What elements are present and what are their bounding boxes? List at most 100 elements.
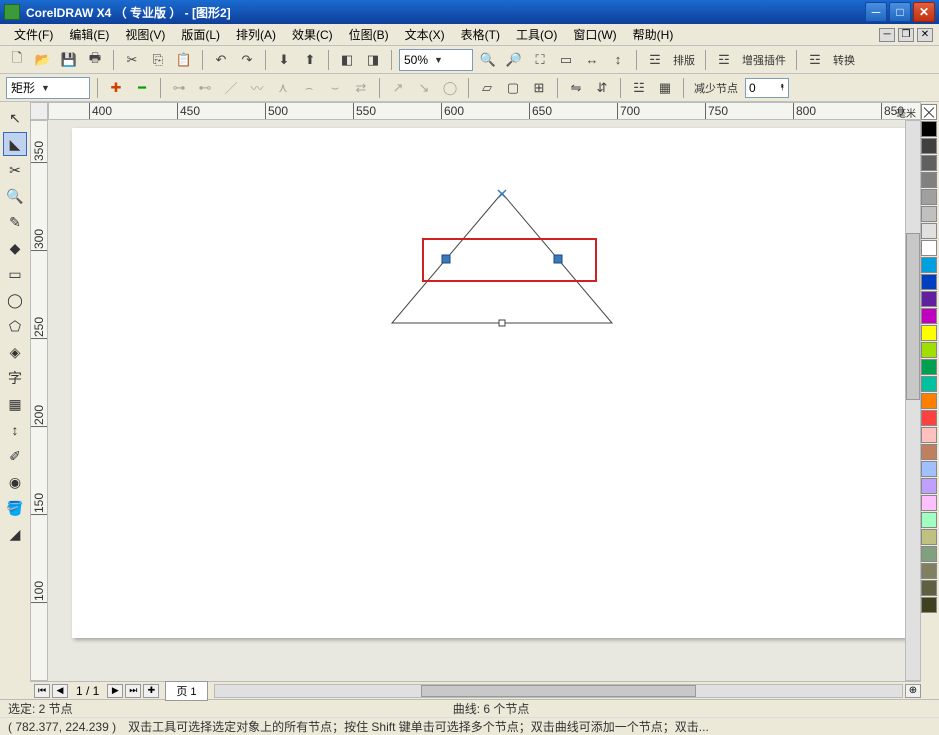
- smart-fill-tool[interactable]: ◆: [3, 236, 27, 260]
- smooth-node-button[interactable]: ⌢: [298, 77, 320, 99]
- color-swatch[interactable]: [921, 444, 937, 460]
- fill-tool[interactable]: 🪣: [3, 496, 27, 520]
- open-button[interactable]: 📂: [32, 49, 54, 71]
- reverse-button[interactable]: ⇄: [350, 77, 372, 99]
- color-swatch[interactable]: [921, 206, 937, 222]
- convert-btn-label[interactable]: 转换: [830, 52, 858, 68]
- basic-shapes-tool[interactable]: ◈: [3, 340, 27, 364]
- menu-file[interactable]: 文件(F): [6, 24, 61, 45]
- undo-button[interactable]: ↶: [210, 49, 232, 71]
- zoom-combo[interactable]: 50% ▼: [399, 49, 473, 71]
- page-tab[interactable]: 页 1: [165, 681, 207, 701]
- stretch-button[interactable]: ▱: [476, 77, 498, 99]
- welcome-button[interactable]: ◨: [362, 49, 384, 71]
- horizontal-ruler[interactable]: 毫米 400450500550600650700750800850: [48, 102, 921, 120]
- app-launcher-button[interactable]: ◧: [336, 49, 358, 71]
- pick-tool[interactable]: ↖: [3, 106, 27, 130]
- first-page-button[interactable]: ⏮: [34, 684, 50, 698]
- export-button[interactable]: ⬆: [299, 49, 321, 71]
- last-page-button[interactable]: ⏭: [125, 684, 141, 698]
- zoom-width-button[interactable]: ↔: [581, 49, 603, 71]
- shape-type-combo[interactable]: 矩形 ▼: [6, 77, 90, 99]
- vertical-scrollbar[interactable]: [905, 120, 921, 681]
- color-swatch[interactable]: [921, 393, 937, 409]
- menu-tools[interactable]: 工具(O): [508, 24, 565, 45]
- color-swatch[interactable]: [921, 257, 937, 273]
- enhance-btn-label[interactable]: 增强插件: [739, 52, 789, 68]
- to-curve-button[interactable]: 〰: [246, 77, 268, 99]
- join-nodes-button[interactable]: ⊶: [168, 77, 190, 99]
- color-swatch[interactable]: [921, 155, 937, 171]
- cusp-node-button[interactable]: ⋏: [272, 77, 294, 99]
- new-button[interactable]: 🗋: [6, 49, 28, 71]
- zoom-out-button[interactable]: 🔎: [503, 49, 525, 71]
- scrollbar-thumb[interactable]: [906, 233, 920, 401]
- ruler-origin[interactable]: [30, 102, 48, 120]
- color-swatch[interactable]: [921, 172, 937, 188]
- elastic-button[interactable]: ☳: [628, 77, 650, 99]
- color-swatch[interactable]: [921, 223, 937, 239]
- horizontal-scrollbar[interactable]: [214, 684, 903, 698]
- color-swatch[interactable]: [921, 308, 937, 324]
- prev-page-button[interactable]: ◀: [52, 684, 68, 698]
- zoom-height-button[interactable]: ↕: [607, 49, 629, 71]
- color-swatch[interactable]: [921, 563, 937, 579]
- zoom-tool[interactable]: 🔍: [3, 184, 27, 208]
- minimize-button[interactable]: ─: [865, 2, 887, 22]
- extract-button[interactable]: ↘: [413, 77, 435, 99]
- import-button[interactable]: ⬇: [273, 49, 295, 71]
- paste-button[interactable]: 📋: [173, 49, 195, 71]
- break-nodes-button[interactable]: ⊷: [194, 77, 216, 99]
- maximize-button[interactable]: □: [889, 2, 911, 22]
- vertical-ruler[interactable]: 350300250200150100: [30, 120, 48, 681]
- color-swatch[interactable]: [921, 546, 937, 562]
- add-node-button[interactable]: ✚: [105, 77, 127, 99]
- crop-tool[interactable]: ✂: [3, 158, 27, 182]
- color-swatch[interactable]: [921, 495, 937, 511]
- outline-tool[interactable]: ◉: [3, 470, 27, 494]
- menu-text[interactable]: 文本(X): [397, 24, 453, 45]
- scrollbar-thumb[interactable]: [421, 685, 696, 697]
- menu-layout[interactable]: 版面(L): [173, 24, 228, 45]
- menu-help[interactable]: 帮助(H): [625, 24, 682, 45]
- zoom-page-button[interactable]: ▭: [555, 49, 577, 71]
- delete-node-button[interactable]: ━: [131, 77, 153, 99]
- mdi-restore-button[interactable]: ❐: [898, 28, 914, 42]
- print-button[interactable]: 🖶: [84, 49, 106, 71]
- save-button[interactable]: 💾: [58, 49, 80, 71]
- redo-button[interactable]: ↷: [236, 49, 258, 71]
- color-swatch[interactable]: [921, 325, 937, 341]
- close-button[interactable]: ✕: [913, 2, 935, 22]
- hreflect-button[interactable]: ⇋: [565, 77, 587, 99]
- add-page-button[interactable]: ✚: [143, 684, 159, 698]
- plugin-button[interactable]: ☲: [713, 49, 735, 71]
- zoom-fit-button[interactable]: ⛶: [529, 49, 551, 71]
- zoom-in-button[interactable]: 🔍: [477, 49, 499, 71]
- reduce-nodes-spinner[interactable]: 0 ⯭: [745, 78, 789, 98]
- menu-effects[interactable]: 效果(C): [284, 24, 341, 45]
- eyedropper-tool[interactable]: ✐: [3, 444, 27, 468]
- canvas[interactable]: [48, 120, 905, 681]
- polygon-tool[interactable]: ⬠: [3, 314, 27, 338]
- symmetric-node-button[interactable]: ⌣: [324, 77, 346, 99]
- color-swatch[interactable]: [921, 376, 937, 392]
- color-swatch[interactable]: [921, 512, 937, 528]
- menu-window[interactable]: 窗口(W): [565, 24, 624, 45]
- autoclose-button[interactable]: ◯: [439, 77, 461, 99]
- color-swatch[interactable]: [921, 138, 937, 154]
- mdi-minimize-button[interactable]: ─: [879, 28, 895, 42]
- color-swatch[interactable]: [921, 597, 937, 613]
- rotate-button[interactable]: ▢: [502, 77, 524, 99]
- select-all-nodes-button[interactable]: ▦: [654, 77, 676, 99]
- menu-table[interactable]: 表格(T): [453, 24, 508, 45]
- menu-edit[interactable]: 编辑(E): [61, 24, 117, 45]
- table-tool[interactable]: ▦: [3, 392, 27, 416]
- interactive-fill-tool[interactable]: ◢: [3, 522, 27, 546]
- color-swatch[interactable]: [921, 529, 937, 545]
- shape-tool[interactable]: ◣: [3, 132, 27, 156]
- color-swatch[interactable]: [921, 478, 937, 494]
- menu-view[interactable]: 视图(V): [117, 24, 173, 45]
- color-swatch[interactable]: [921, 291, 937, 307]
- menu-arrange[interactable]: 排列(A): [228, 24, 284, 45]
- ellipse-tool[interactable]: ◯: [3, 288, 27, 312]
